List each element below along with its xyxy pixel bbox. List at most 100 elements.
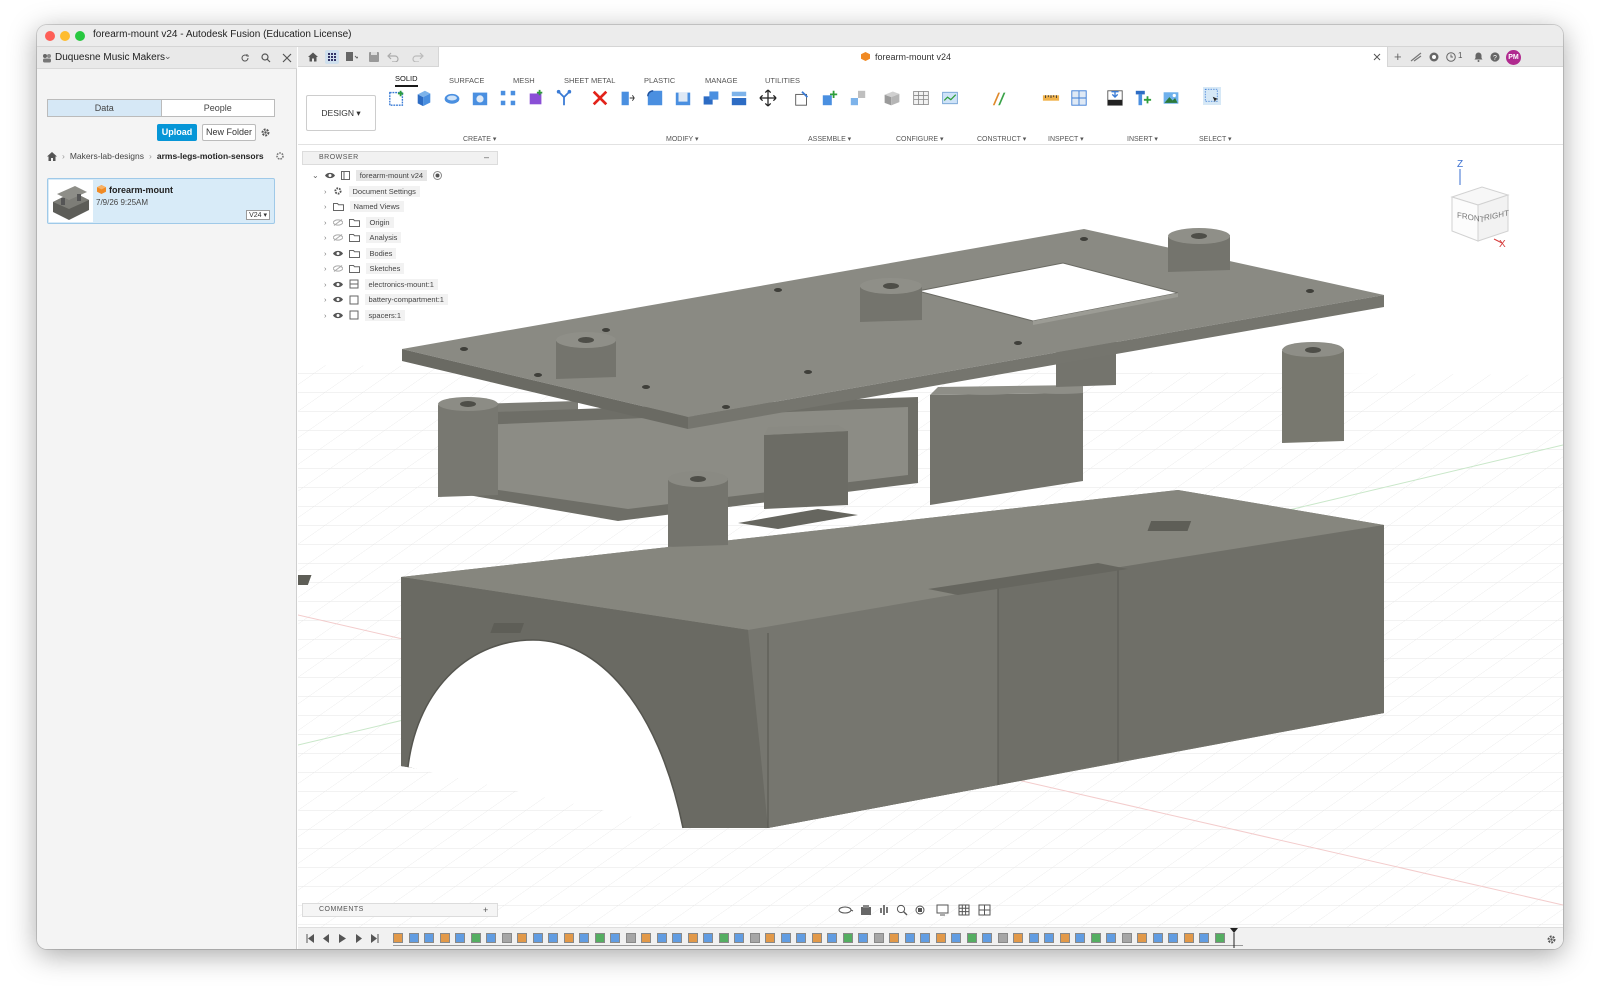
timeline-feature-icon[interactable] [997,933,1008,943]
insert-menu[interactable]: INSERT ▾ [1127,135,1158,143]
search-icon[interactable] [261,53,271,63]
timeline-feature-icon[interactable] [982,933,992,943]
upload-button[interactable]: Upload [157,124,197,141]
timeline-feature-icon[interactable] [1090,933,1101,943]
insert-mcmaster-icon[interactable] [1134,89,1152,107]
go-to-start-icon[interactable] [306,934,315,943]
step-back-icon[interactable] [322,934,331,943]
chevron-right-icon[interactable]: › [324,202,327,211]
tab-utilities[interactable]: UTILITIES [765,76,800,85]
modify-menu[interactable]: MODIFY ▾ [666,135,699,143]
close-icon[interactable] [282,53,292,63]
timeline-feature-icon[interactable] [1183,933,1194,943]
chevron-right-icon[interactable]: › [324,233,327,242]
timeline-feature-icon[interactable] [827,933,837,943]
delete-icon[interactable] [591,89,609,107]
move-copy-icon[interactable] [759,89,777,107]
timeline-feature-icon[interactable] [1059,933,1070,943]
timeline-feature-icon[interactable] [1199,933,1209,943]
grid-icon[interactable] [325,50,339,64]
timeline-feature-icon[interactable] [1013,933,1023,943]
tab-surface[interactable]: SURFACE [449,76,484,85]
eye-hidden-icon[interactable] [332,265,343,273]
fillet-icon[interactable] [646,89,664,107]
timeline-feature-icon[interactable] [625,933,636,943]
timeline-feature-icon[interactable] [424,933,434,943]
tab-plastic[interactable]: PLASTIC [644,76,675,85]
timeline-feature-icon[interactable] [703,933,713,943]
display-settings-icon[interactable] [936,904,952,916]
configuration-table-icon[interactable] [912,89,930,107]
refresh-icon[interactable] [240,53,250,63]
save-icon[interactable] [369,52,379,62]
minimize-window-button[interactable] [60,31,70,41]
avatar[interactable]: PM [1506,50,1521,65]
hole-icon[interactable] [471,89,489,107]
chevron-right-icon[interactable]: › [324,187,327,196]
browser-node-battery-compartment[interactable]: › battery-compartment:1 [302,292,498,308]
tab-solid[interactable]: SOLID [395,74,418,87]
orbit-icon[interactable] [838,904,854,916]
browser-node-bodies[interactable]: › Bodies [302,246,498,262]
timeline-feature-icon[interactable] [858,933,868,943]
timeline-feature-icon[interactable] [517,933,527,943]
eye-icon[interactable] [332,250,343,257]
new-folder-button[interactable]: New Folder [202,124,256,141]
timeline-feature-icon[interactable] [1075,933,1085,943]
inspect-menu[interactable]: INSPECT ▾ [1048,135,1084,143]
add-comment-button[interactable]: + [483,904,489,916]
eye-icon[interactable] [324,172,335,179]
create-sketch-icon[interactable] [388,89,406,107]
extensions-icon[interactable] [1410,52,1422,62]
timeline-features[interactable] [393,932,1243,946]
configure-menu[interactable]: CONFIGURE ▾ [896,135,943,143]
tab-manage[interactable]: MANAGE [705,76,738,85]
collapse-browser-button[interactable]: – [484,151,490,163]
folder-settings-icon[interactable] [275,151,285,161]
new-component-icon[interactable] [793,89,811,107]
browser-node-analysis[interactable]: › Analysis [302,230,498,246]
timeline-feature-icon[interactable] [1028,933,1039,943]
timeline-feature-icon[interactable] [749,933,760,943]
timeline-marker-icon[interactable] [1230,928,1238,948]
file-menu-icon[interactable] [346,52,358,62]
configure-rule-icon[interactable] [941,89,959,107]
help-icon[interactable]: ? [1490,52,1500,62]
browser-node-spacers[interactable]: › spacers:1 [302,308,498,324]
play-icon[interactable] [338,934,347,943]
timeline-feature-icon[interactable] [842,933,853,943]
timeline-feature-icon[interactable] [734,933,744,943]
chevron-right-icon[interactable]: › [324,311,327,320]
timeline-feature-icon[interactable] [1152,933,1163,943]
revolve-icon[interactable] [443,89,461,107]
timeline-feature-icon[interactable] [687,933,698,943]
chevron-down-icon[interactable]: ⌄ [164,51,172,62]
timeline-feature-icon[interactable] [718,933,729,943]
eye-hidden-icon[interactable] [332,234,343,242]
breadcrumb-project[interactable]: Makers-lab-designs [70,151,144,161]
view-cube[interactable]: Z FRONT RIGHT X [1438,159,1528,255]
eye-icon[interactable] [332,296,343,303]
browser-node-named-views[interactable]: › Named Views [302,199,498,215]
timeline-feature-icon[interactable] [470,933,481,943]
new-tab-icon[interactable]: + [1394,49,1402,64]
timeline-feature-icon[interactable] [656,933,667,943]
close-tab-icon[interactable] [1373,53,1381,61]
timeline-feature-icon[interactable] [1121,933,1132,943]
timeline-feature-icon[interactable] [811,933,822,943]
tab-sheet-metal[interactable]: SHEET METAL [564,76,615,85]
joint-icon[interactable] [821,89,839,107]
eye-icon[interactable] [332,312,343,319]
tab-people[interactable]: People [162,100,275,116]
gear-icon[interactable] [260,127,271,138]
timeline-feature-icon[interactable] [1137,933,1147,943]
construct-menu[interactable]: CONSTRUCT ▾ [977,135,1026,143]
breadcrumb-folder[interactable]: arms-legs-motion-sensors [157,151,264,161]
eye-hidden-icon[interactable] [332,218,343,226]
timeline-feature-icon[interactable] [579,933,589,943]
timeline-feature-icon[interactable] [641,933,651,943]
offset-face-icon[interactable] [730,89,748,107]
timeline-feature-icon[interactable] [1168,933,1178,943]
measure-icon[interactable] [1042,89,1060,107]
fit-icon[interactable] [914,904,930,916]
